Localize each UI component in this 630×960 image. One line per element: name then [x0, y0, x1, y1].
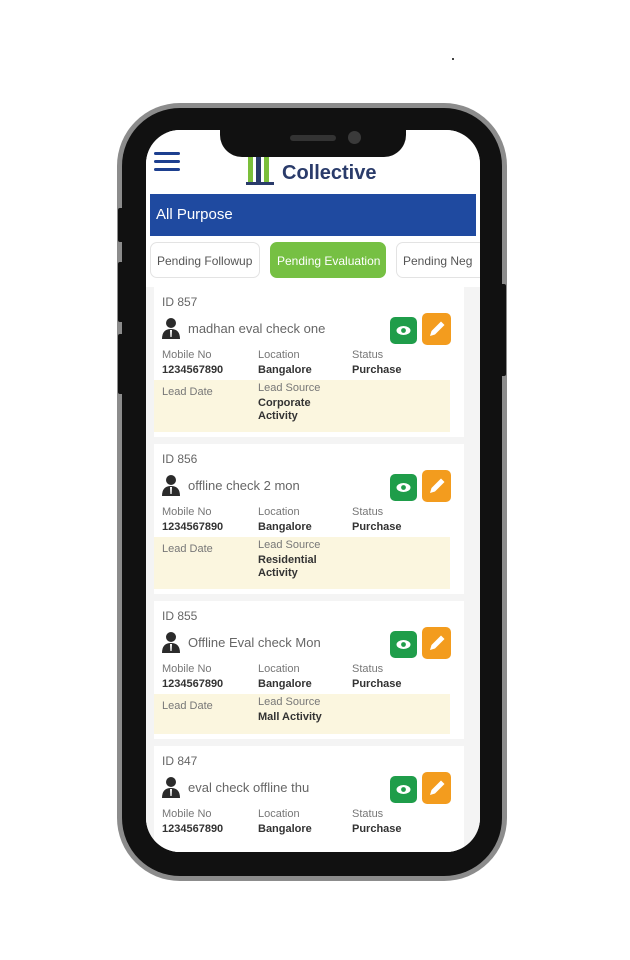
dot [452, 58, 454, 60]
mobile-label: Mobile No [162, 506, 212, 518]
lead-id: ID 856 [162, 452, 198, 466]
side-button [500, 284, 506, 376]
person-icon [162, 632, 180, 653]
lead-id: ID 857 [162, 295, 198, 309]
lead-id: ID 855 [162, 609, 198, 623]
location-value: Bangalore [258, 364, 312, 376]
lead-name: eval check offline thu [188, 780, 310, 795]
front-camera [348, 131, 361, 144]
tab-pending-evaluation[interactable]: Pending Evaluation [270, 242, 386, 278]
status-value: Purchase [352, 678, 402, 690]
mobile-value: 1234567890 [162, 364, 224, 376]
page-title: All Purpose [150, 194, 476, 236]
lead-card[interactable]: ID 847 eval check offline thu Mobile No … [154, 746, 464, 852]
status-label: Status [352, 349, 384, 361]
person-icon [162, 318, 180, 339]
tab-pending-negotiation[interactable]: Pending Neg [396, 242, 480, 278]
status-label: Status [352, 506, 384, 518]
logo-mark-icon [246, 152, 274, 185]
phone-screen: Collective All Purpose Pending Followup … [146, 130, 480, 852]
edit-button[interactable] [422, 772, 451, 804]
lead-source-value: Corporate Activity [258, 397, 311, 422]
tab-pending-followup[interactable]: Pending Followup [150, 242, 260, 278]
view-button[interactable] [390, 317, 417, 344]
lead-source-value: Residential Activity [258, 554, 317, 579]
location-value: Bangalore [258, 823, 312, 835]
lead-source-label: Lead Source [258, 382, 321, 394]
eye-icon [396, 640, 411, 649]
mobile-label: Mobile No [162, 663, 212, 675]
view-button[interactable] [390, 631, 417, 658]
lead-id: ID 847 [162, 754, 198, 768]
side-button [118, 208, 124, 242]
edit-button[interactable] [422, 627, 451, 659]
lead-date-label: Lead Date [162, 543, 213, 555]
lead-info-band: Lead Date Lead Source Mall Activity [154, 694, 450, 734]
status-value: Purchase [352, 364, 402, 376]
lead-card[interactable]: ID 857 madhan eval check one Mobile No 1… [154, 287, 464, 437]
mobile-label: Mobile No [162, 349, 212, 361]
lead-name: madhan eval check one [188, 321, 326, 336]
eye-icon [396, 483, 411, 492]
lead-date-label: Lead Date [162, 700, 213, 712]
edit-button[interactable] [422, 470, 451, 502]
lead-card[interactable]: ID 855 Offline Eval check Mon Mobile No … [154, 601, 464, 739]
location-label: Location [258, 506, 300, 518]
status-tabs: Pending Followup Pending Evaluation Pend… [146, 242, 480, 282]
mobile-value: 1234567890 [162, 521, 224, 533]
lead-name: Offline Eval check Mon [188, 635, 321, 650]
logo-text: Collective [282, 162, 377, 184]
pencil-icon [430, 635, 445, 650]
eye-icon [396, 326, 411, 335]
status-value: Purchase [352, 823, 402, 835]
hamburger-menu-icon[interactable] [154, 152, 180, 172]
lead-card[interactable]: ID 856 offline check 2 mon Mobile No 123… [154, 444, 464, 594]
status-value: Purchase [352, 521, 402, 533]
pencil-icon [430, 321, 445, 336]
lead-source-label: Lead Source [258, 539, 321, 551]
lead-name: offline check 2 mon [188, 478, 300, 493]
status-label: Status [352, 663, 384, 675]
view-button[interactable] [390, 474, 417, 501]
location-label: Location [258, 663, 300, 675]
lead-source-label: Lead Source [258, 696, 321, 708]
mobile-value: 1234567890 [162, 823, 224, 835]
phone-notch [220, 125, 406, 157]
location-value: Bangalore [258, 678, 312, 690]
eye-icon [396, 785, 411, 794]
view-button[interactable] [390, 776, 417, 803]
edit-button[interactable] [422, 313, 451, 345]
speaker-grille [290, 135, 336, 141]
status-label: Status [352, 808, 384, 820]
location-value: Bangalore [258, 521, 312, 533]
location-label: Location [258, 349, 300, 361]
side-button [118, 262, 124, 322]
person-icon [162, 475, 180, 496]
person-icon [162, 777, 180, 798]
pencil-icon [430, 780, 445, 795]
lead-list[interactable]: ID 857 madhan eval check one Mobile No 1… [146, 287, 480, 852]
lead-source-value: Mall Activity [258, 711, 322, 723]
mobile-label: Mobile No [162, 808, 212, 820]
lead-info-band: Lead Date Lead Source Corporate Activity [154, 380, 450, 432]
lead-date-label: Lead Date [162, 386, 213, 398]
side-button [118, 334, 124, 394]
mobile-value: 1234567890 [162, 678, 224, 690]
pencil-icon [430, 478, 445, 493]
location-label: Location [258, 808, 300, 820]
lead-info-band: Lead Date Lead Source Residential Activi… [154, 537, 450, 589]
